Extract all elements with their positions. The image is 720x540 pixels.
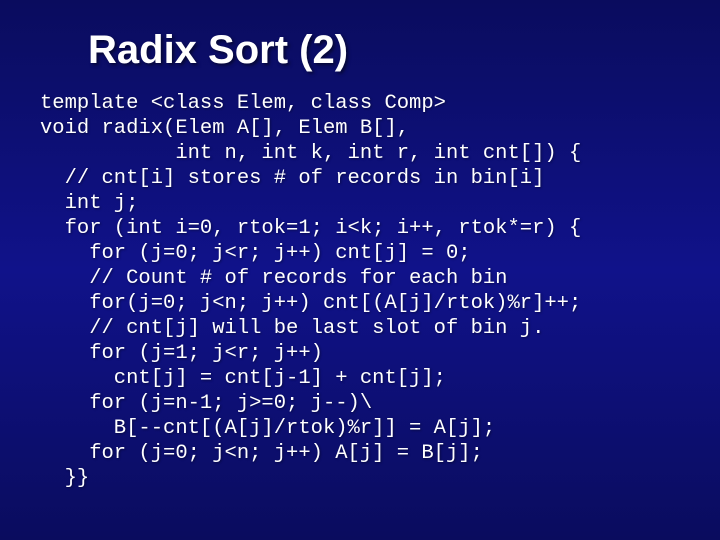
slide-title: Radix Sort (2): [88, 28, 720, 73]
slide: Radix Sort (2) template <class Elem, cla…: [0, 0, 720, 540]
code-block: template <class Elem, class Comp> void r…: [40, 91, 720, 491]
